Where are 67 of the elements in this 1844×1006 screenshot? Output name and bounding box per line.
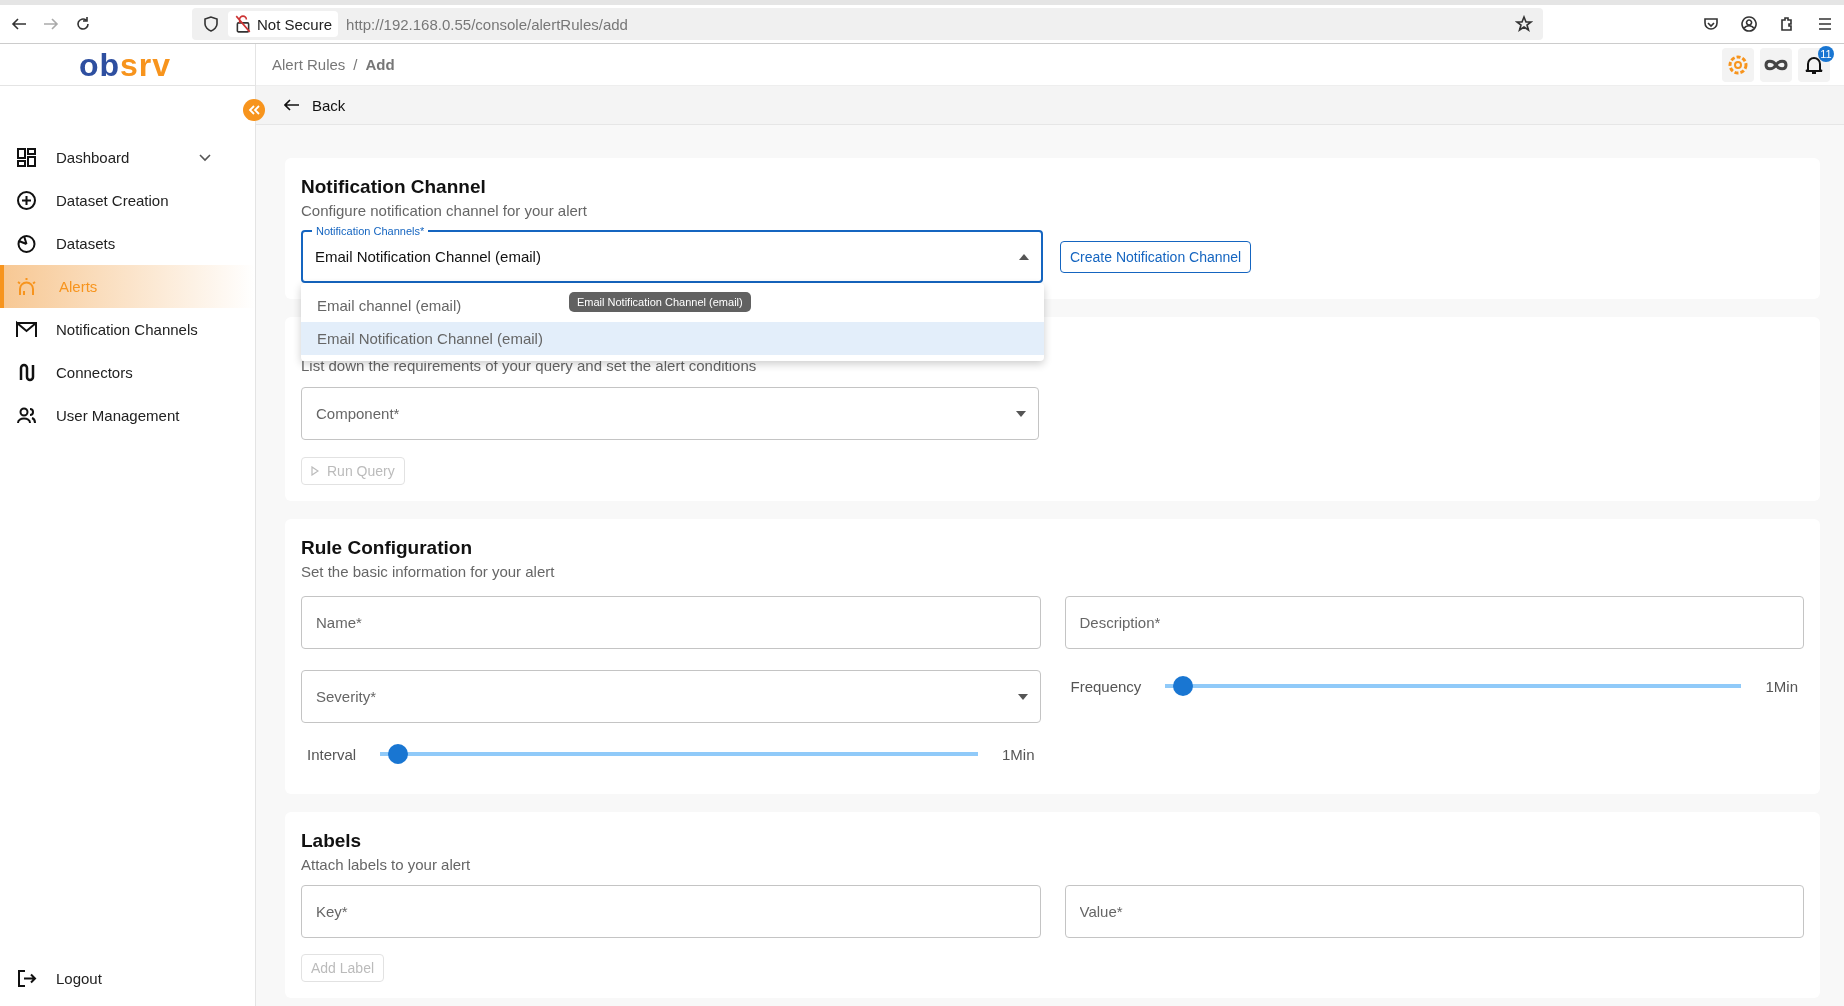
crossed-lock-icon: [234, 15, 252, 33]
caret-icon: [1016, 410, 1026, 417]
sidebar-item[interactable]: Notification Channels: [0, 308, 255, 351]
logout-item[interactable]: Logout: [0, 957, 255, 1000]
reload-icon[interactable]: [74, 15, 92, 33]
select-field[interactable]: Component*: [301, 387, 1039, 440]
logo: obsrv: [78, 48, 172, 81]
chevron-icon: [199, 153, 211, 162]
section-title: Rule Configuration: [301, 537, 473, 559]
key-input[interactable]: Key*: [301, 885, 1041, 938]
pie-icon: [16, 233, 37, 254]
envelope-icon: [16, 319, 37, 340]
slider-thumb[interactable]: [1172, 676, 1193, 696]
slider-label: Interval: [307, 745, 357, 763]
select-field[interactable]: Severity*: [301, 670, 1041, 723]
slider-value: 1Min: [1765, 677, 1798, 695]
siren-icon: [16, 276, 37, 297]
slider-label: Frequency: [1070, 677, 1142, 695]
value-input[interactable]: Value*: [1064, 885, 1804, 938]
logout-icon: [16, 968, 37, 989]
shield-icon[interactable]: [202, 15, 220, 33]
pocket-icon[interactable]: [1702, 15, 1720, 33]
star-icon[interactable]: [1515, 15, 1533, 33]
slider-value: 1Min: [1002, 745, 1035, 763]
caret-icon: [1017, 693, 1028, 700]
select-value: Email Notification Channel (email): [315, 248, 541, 265]
dropdown-option[interactable]: Email Notification Channel (email): [301, 322, 1044, 355]
section-subtitle: Set the basic information for your alert: [301, 563, 556, 580]
tooltip: Email Notification Channel (email): [569, 292, 751, 312]
sidebar-item[interactable]: Datasets: [0, 222, 255, 265]
menu-icon[interactable]: [1816, 15, 1834, 33]
security-indicator[interactable]: Not Secure: [228, 11, 339, 37]
select-placeholder: Severity*: [316, 688, 377, 705]
name-input[interactable]: Name*: [301, 596, 1041, 649]
sidebar-item[interactable]: Connectors: [0, 351, 255, 394]
breadcrumb[interactable]: Alert Rules: [272, 56, 346, 73]
infinity-icon: [1764, 58, 1788, 71]
double-chevron-icon: [248, 105, 260, 115]
breadcrumb: Add: [365, 56, 395, 73]
sidebar-item[interactable]: Dashboard: [0, 136, 255, 179]
section-subtitle: Attach labels to your alert: [301, 856, 472, 873]
account-icon[interactable]: [1740, 15, 1758, 33]
arrow-left-icon: [284, 99, 300, 111]
select-placeholder: Component*: [316, 405, 400, 422]
infinity-button[interactable]: [1760, 47, 1792, 82]
play-icon: [311, 466, 319, 476]
back-button[interactable]: Back: [284, 96, 346, 114]
slider-thumb[interactable]: [388, 744, 409, 764]
users-icon: [16, 405, 37, 426]
spiral-icon: [1727, 53, 1749, 76]
section-title: Labels: [301, 830, 363, 852]
field-label: Notification Channels*: [312, 224, 429, 238]
description-input[interactable]: Description*: [1064, 596, 1804, 649]
url-text: http://192.168.0.55/console/alertRules/add: [346, 15, 629, 33]
notification-badge: 11: [1818, 45, 1834, 62]
bell-icon: [1805, 54, 1823, 75]
sidebar-item[interactable]: User Management: [0, 394, 255, 437]
grid-icon: [16, 147, 37, 168]
create-channel-button[interactable]: Create Notification Channel: [1060, 240, 1252, 273]
breadcrumb-separator: /: [353, 56, 358, 73]
caret-icon: [1019, 253, 1029, 260]
address-bar[interactable]: Not Secure http://192.168.0.55/console/alertRules/add: [192, 8, 1543, 40]
section-title: Notification Channel: [301, 176, 487, 198]
section-subtitle: Configure notification channel for your alert: [301, 202, 588, 219]
dropdown-option[interactable]: Email channel (email): [301, 289, 478, 322]
plus-circle-icon: [16, 190, 37, 211]
sidebar-item[interactable]: Dataset Creation: [0, 179, 255, 222]
